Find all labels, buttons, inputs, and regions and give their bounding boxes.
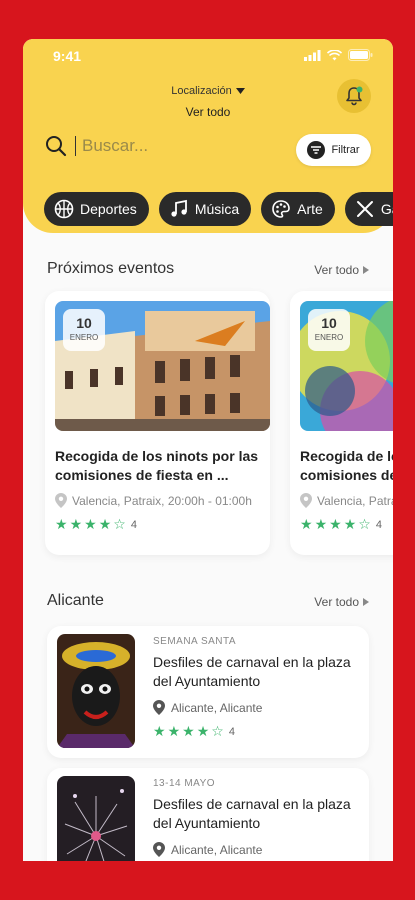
upcoming-title: Próximos eventos: [47, 260, 175, 277]
event-title: Recogida de los ninots por las comisione…: [55, 448, 259, 483]
event-image: 10 ENERO: [55, 301, 270, 431]
header: 9:41 Localización Ver todo Filtrar: [23, 39, 393, 233]
utensils-icon: [355, 199, 375, 219]
event-meta: Alicante, Alicante: [153, 700, 363, 715]
star-icon: ★: [182, 723, 195, 739]
star-outline-icon: ☆: [211, 723, 224, 739]
star-outline-icon: ☆: [113, 516, 126, 532]
bell-icon: [346, 86, 363, 106]
date-day: 10: [321, 315, 337, 331]
event-card[interactable]: 10 ENERO Recogida de los ninots por las …: [290, 291, 393, 555]
star-outline-icon: ☆: [358, 516, 371, 532]
wifi-icon: [327, 49, 342, 60]
list-item[interactable]: 13-14 MAYO Desfiles de carnaval en la pl…: [47, 768, 369, 861]
event-meta: Valencia, Patraix, 20:00h - 01:00h: [300, 493, 393, 508]
location-pin-icon: [300, 493, 312, 508]
event-category: 13-14 MAYO: [153, 778, 216, 789]
chip-gastronomia[interactable]: Gastronomía: [344, 192, 393, 226]
notifications-button[interactable]: [337, 79, 371, 113]
caret-down-icon: [235, 88, 245, 94]
search-bar: [45, 135, 245, 157]
event-meta: Valencia, Patraix, 20:00h - 01:00h: [55, 493, 260, 508]
see-all-label: Ver todo: [314, 263, 359, 277]
rating-stars: ★ ★ ★ ★ ☆ 4: [300, 516, 393, 533]
star-icon: ★: [98, 516, 112, 532]
filter-button[interactable]: Filtrar: [296, 134, 371, 166]
upcoming-see-all[interactable]: Ver todo: [314, 263, 369, 277]
category-chips: Deportes Música Arte Gastronomía: [44, 192, 393, 226]
upcoming-cards: 10 ENERO Recogida de los ninots por las …: [45, 291, 393, 555]
event-location: Alicante, Alicante: [171, 700, 263, 715]
event-card[interactable]: 10 ENERO Recogida de los ninots por las …: [45, 291, 270, 555]
star-icon: ★: [343, 516, 357, 532]
battery-icon: [348, 49, 373, 61]
star-icon: ★: [84, 516, 97, 532]
event-title: Recogida de los ninots por las comisione…: [300, 448, 393, 483]
event-location: Alicante, Alicante: [171, 842, 263, 857]
chip-deportes[interactable]: Deportes: [44, 192, 149, 226]
chevron-right-icon: [363, 598, 369, 606]
chip-musica[interactable]: Música: [158, 192, 252, 226]
rating-stars: ★ ★ ★ ★ ☆ 4: [153, 723, 363, 740]
see-all-label: Ver todo: [314, 595, 359, 609]
location-pin-icon: [153, 842, 165, 857]
location-pin-icon: [153, 700, 165, 715]
chip-label: Deportes: [80, 201, 137, 217]
event-title: Desfiles de carnaval en la plaza del Ayu…: [153, 654, 351, 689]
music-note-icon: [169, 199, 189, 219]
location-label: Localización: [171, 85, 232, 97]
rating-value: 4: [130, 518, 137, 531]
filter-label: Filtrar: [331, 144, 360, 156]
event-thumbnail: [57, 776, 135, 861]
filter-icon: [307, 141, 326, 159]
event-title: Desfiles de carnaval en la plaza del Ayu…: [153, 796, 351, 831]
chevron-right-icon: [363, 266, 369, 274]
palette-icon: [271, 199, 291, 219]
date-badge: 10 ENERO: [308, 309, 350, 351]
rating-stars: ★ ★ ★ ★ ☆ 4: [55, 516, 260, 533]
location-value: Ver todo: [185, 105, 231, 119]
date-month: ENERO: [314, 333, 344, 342]
app-screen: 9:41 Localización Ver todo Filtrar: [23, 39, 393, 861]
chip-label: Arte: [297, 201, 323, 217]
basketball-icon: [54, 199, 74, 219]
event-category: SEMANA SANTA: [153, 636, 237, 647]
event-image: 10 ENERO: [300, 301, 393, 431]
chip-arte[interactable]: Arte: [261, 192, 335, 226]
date-day: 10: [76, 315, 92, 331]
status-icons: [304, 49, 373, 61]
star-icon: ★: [55, 516, 68, 532]
star-icon: ★: [167, 723, 181, 739]
event-thumbnail: [57, 634, 135, 748]
rating-value: 4: [228, 725, 235, 738]
location-pin-icon: [55, 493, 67, 508]
event-location-time: Valencia, Patraix, 20:00h - 01:00h: [317, 493, 393, 508]
date-month: ENERO: [69, 333, 99, 342]
search-icon[interactable]: [45, 135, 67, 157]
star-icon: ★: [314, 516, 328, 532]
event-location-time: Valencia, Patraix, 20:00h - 01:00h: [72, 493, 252, 508]
event-meta: Alicante, Alicante: [153, 842, 363, 857]
search-input[interactable]: [75, 136, 245, 156]
star-icon: ★: [69, 516, 83, 532]
date-badge: 10 ENERO: [63, 309, 105, 351]
alicante-see-all[interactable]: Ver todo: [314, 595, 369, 609]
star-icon: ★: [300, 516, 313, 532]
star-icon: ★: [153, 723, 166, 739]
star-icon: ★: [196, 723, 210, 739]
rating-value: 4: [375, 518, 382, 531]
list-item[interactable]: SEMANA SANTA Desfiles de carnaval en la …: [47, 626, 369, 758]
chip-label: Gastronomía: [380, 201, 393, 217]
signal-icon: [304, 49, 321, 61]
alicante-title: Alicante: [47, 592, 104, 609]
chip-label: Música: [194, 201, 240, 217]
star-icon: ★: [329, 516, 342, 532]
status-time: 9:41: [53, 48, 82, 64]
